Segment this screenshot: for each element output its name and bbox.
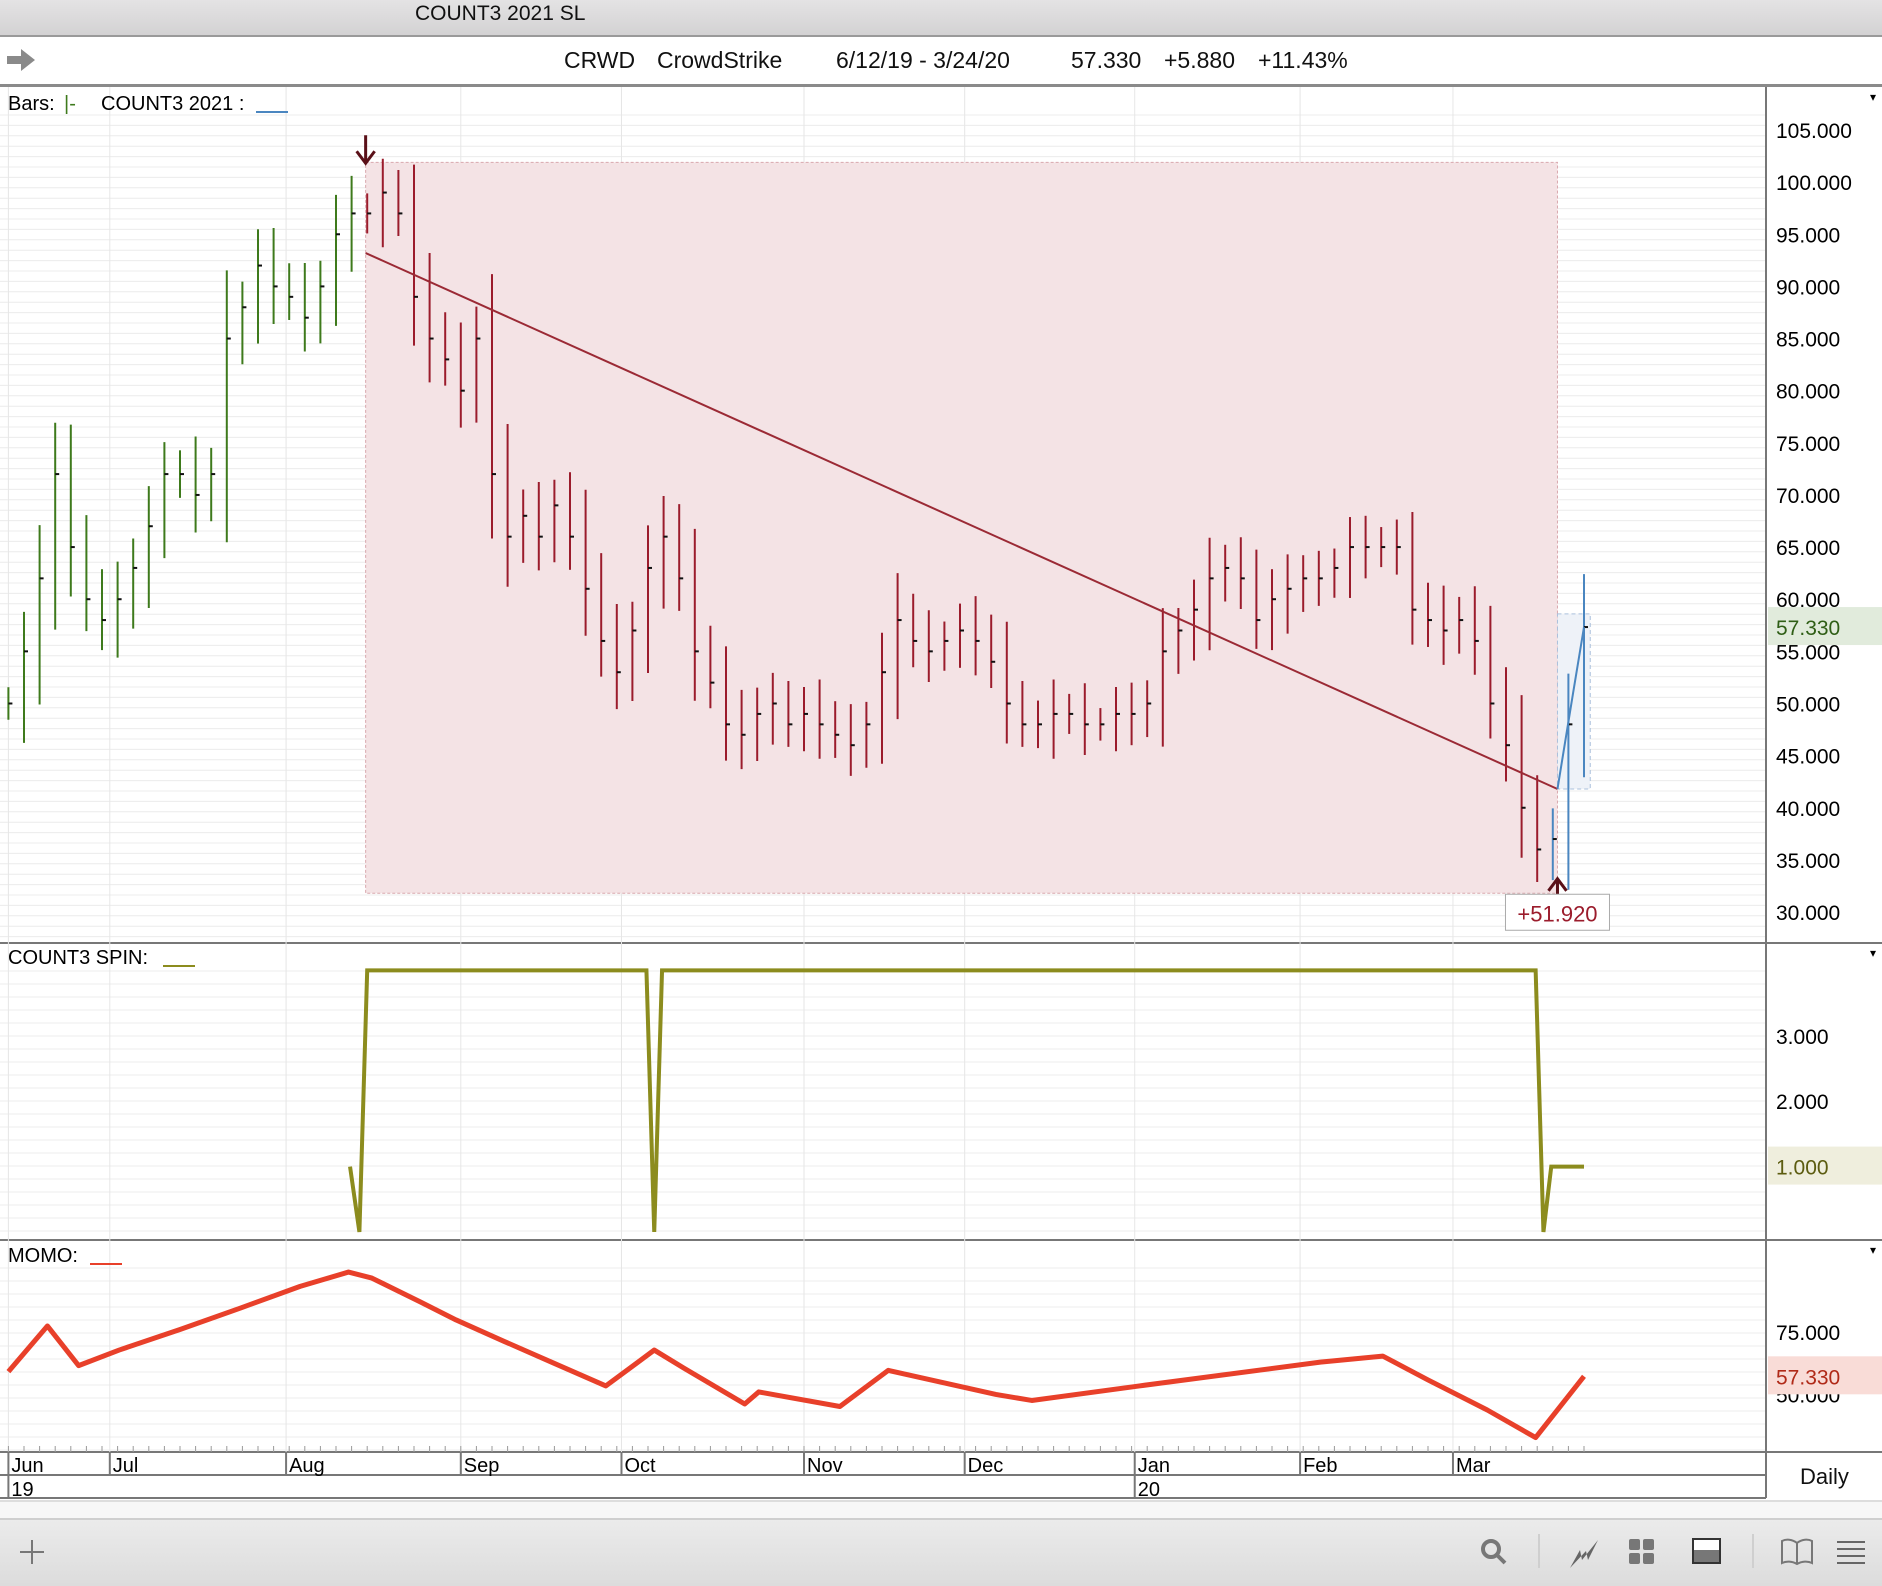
scroll-strip[interactable] bbox=[0, 1500, 1882, 1518]
sell-arrow-icon bbox=[355, 135, 376, 166]
y-tick-label: 35.000 bbox=[1776, 850, 1840, 873]
y-tick-label: 45.000 bbox=[1776, 746, 1840, 769]
month-label: Jan bbox=[1138, 1455, 1170, 1477]
y-tick-label: 90.000 bbox=[1776, 276, 1840, 299]
month-label: Sep bbox=[464, 1455, 500, 1477]
add-icon[interactable] bbox=[18, 1538, 46, 1566]
month-label: Feb bbox=[1303, 1455, 1337, 1477]
date-range: 6/12/19 - 3/24/20 bbox=[836, 47, 1010, 73]
panel-menu-icon[interactable]: ▾ bbox=[1870, 1243, 1876, 1257]
company-name: CrowdStrike bbox=[657, 47, 783, 73]
last-price: 57.330 bbox=[1071, 47, 1142, 73]
search-icon[interactable] bbox=[1480, 1538, 1508, 1566]
window-title: COUNT3 2021 SL bbox=[415, 2, 586, 25]
chart-area[interactable]: ▾ ▾ ▾ Bars: |- COUNT3 2021 : COUNT3 SPIN: MOMO:… bbox=[0, 87, 1882, 1500]
y-tick-label: 100.000 bbox=[1776, 172, 1852, 195]
price-change: +5.880 bbox=[1164, 47, 1235, 73]
month-label: Jun bbox=[11, 1455, 43, 1477]
month-label: Dec bbox=[968, 1455, 1004, 1477]
last-price-label: 57.330 bbox=[1776, 617, 1840, 640]
month-label: Mar bbox=[1456, 1455, 1491, 1477]
timeframe-select[interactable]: Daily bbox=[1800, 1464, 1849, 1490]
toolbar-divider bbox=[1752, 1534, 1754, 1568]
y-tick-label: 2.000 bbox=[1776, 1091, 1829, 1114]
y-tick-label: 95.000 bbox=[1776, 224, 1840, 247]
spin-legend: COUNT3 SPIN: bbox=[8, 947, 148, 969]
panel-icon[interactable] bbox=[1692, 1538, 1722, 1566]
momo-legend: MOMO: bbox=[8, 1245, 78, 1267]
y-tick-label: 75.000 bbox=[1776, 1322, 1840, 1345]
panel-menu-icon[interactable]: ▾ bbox=[1870, 90, 1876, 104]
y-tick-label: 85.000 bbox=[1776, 329, 1840, 352]
menu-icon[interactable] bbox=[1836, 1538, 1866, 1566]
month-label: Nov bbox=[807, 1455, 843, 1477]
window-titlebar: COUNT3 2021 SL bbox=[0, 0, 1882, 37]
bars-symbol: |- bbox=[64, 93, 76, 115]
indicator-legend: COUNT3 2021 : bbox=[101, 93, 244, 115]
last-value-label: 57.330 bbox=[1776, 1366, 1840, 1389]
y-tick-label: 70.000 bbox=[1776, 485, 1840, 508]
panel-menu-icon[interactable]: ▾ bbox=[1870, 946, 1876, 960]
book-icon[interactable] bbox=[1780, 1538, 1814, 1566]
year-label: 20 bbox=[1138, 1479, 1160, 1500]
draw-icon[interactable] bbox=[1568, 1538, 1600, 1570]
symbol: CRWD bbox=[564, 47, 636, 73]
price-legend: Bars: bbox=[8, 93, 55, 115]
y-tick-label: 80.000 bbox=[1776, 381, 1840, 404]
arrow-right-icon[interactable] bbox=[7, 49, 35, 71]
month-label: Oct bbox=[624, 1455, 656, 1477]
bottom-toolbar bbox=[0, 1518, 1882, 1586]
gain-label: +51.920 bbox=[1517, 901, 1597, 926]
y-tick-label: 75.000 bbox=[1776, 433, 1840, 456]
toolbar-divider bbox=[1538, 1534, 1540, 1568]
percent-change: +11.43% bbox=[1258, 47, 1348, 73]
signal-zone bbox=[365, 161, 1558, 894]
grid-icon[interactable] bbox=[1628, 1538, 1656, 1566]
last-value-label: 1.000 bbox=[1776, 1157, 1829, 1180]
y-tick-label: 105.000 bbox=[1776, 120, 1852, 143]
y-tick-label: 30.000 bbox=[1776, 902, 1840, 925]
y-tick-label: 50.000 bbox=[1776, 693, 1840, 716]
momo-line bbox=[6, 1269, 1586, 1441]
symbol-info-bar: CRWD CrowdStrike 6/12/19 - 3/24/20 57.33… bbox=[0, 37, 1882, 87]
month-label: Aug bbox=[289, 1455, 325, 1477]
y-tick-label: 65.000 bbox=[1776, 537, 1840, 560]
month-label: Jul bbox=[113, 1455, 139, 1477]
y-tick-label: 40.000 bbox=[1776, 798, 1840, 821]
year-label: 19 bbox=[11, 1479, 33, 1500]
y-tick-label: 3.000 bbox=[1776, 1026, 1829, 1049]
